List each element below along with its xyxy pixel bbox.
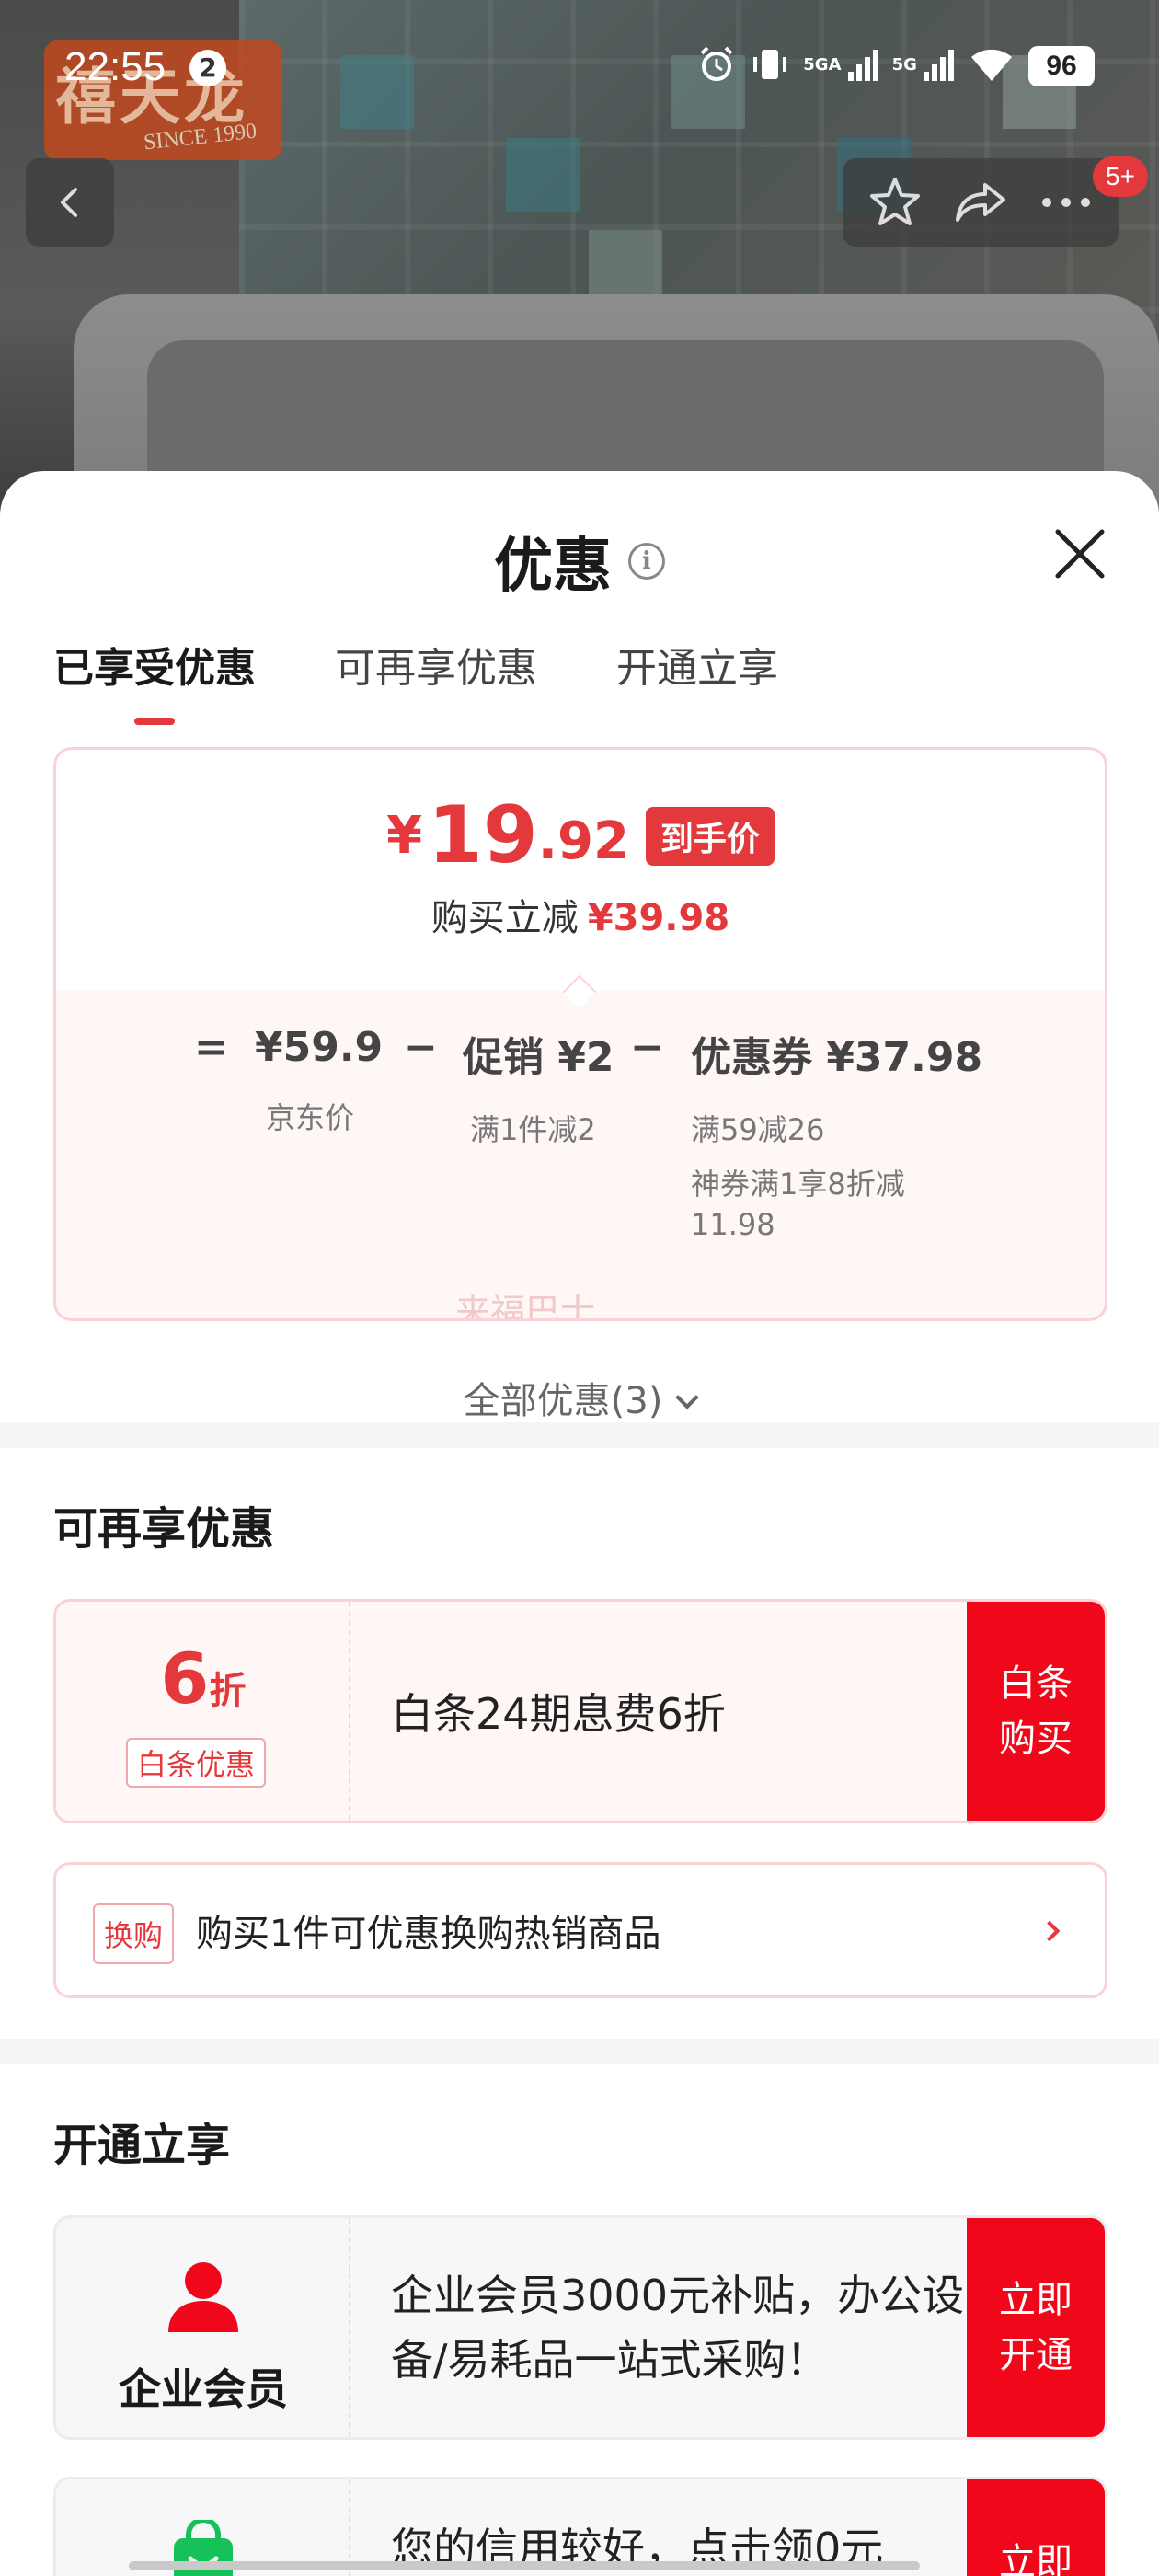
network-label-1: 5GA: [803, 54, 842, 75]
baitiao-discount: 6折: [56, 1644, 350, 1714]
reduce-line: 购买立减 ¥39.98: [56, 888, 1105, 941]
minus-sign: −: [630, 1024, 664, 1071]
sheet-header: 优惠 i: [0, 519, 1159, 604]
status-icons: 5GA 5G 96: [696, 42, 1095, 90]
favorite-button[interactable]: [858, 166, 932, 239]
share-button[interactable]: [944, 166, 1017, 239]
wifi-icon: [968, 44, 1016, 88]
status-time: 22:55: [64, 44, 166, 89]
baitiao-discount-area: 6折 白条优惠: [56, 1602, 350, 1821]
alarm-icon: [696, 44, 737, 88]
signal-5ga-icon: 5GA: [803, 46, 878, 87]
share-icon: [955, 183, 1005, 222]
section-title-more: 可再享优惠: [53, 1503, 275, 1555]
price-breakdown: = ¥59.9 京东价 − 促销 ¥2 满1件减2 − 优惠券 ¥37.98 满…: [56, 991, 1105, 1321]
promo-col: 促销 ¥2 满1件减2: [463, 1024, 614, 1149]
final-price-line: ¥ 19 .92 到手价: [56, 796, 1105, 875]
all-offers-toggle[interactable]: 全部优惠(3): [0, 1371, 1159, 1424]
enterprise-member-label: 企业会员: [119, 2364, 288, 2414]
section-title-open: 开通立享: [53, 2120, 231, 2171]
baitiao-desc: 白条24期息费6折: [391, 1689, 726, 1739]
tile: [506, 138, 580, 212]
tab-label: 可再享优惠: [335, 645, 537, 692]
info-icon[interactable]: i: [628, 543, 665, 580]
close-icon: [1055, 529, 1105, 579]
network-label-2: 5G: [891, 54, 917, 75]
discount-number: 6: [160, 1638, 210, 1719]
enterprise-member-area: 企业会员: [56, 2218, 350, 2437]
final-price-decimal: .92: [537, 811, 629, 871]
tab-label: 已享受优惠: [53, 645, 256, 692]
coupon-col: 优惠券 ¥37.98 满59减26 神券满1享8折减11.98: [691, 1024, 983, 1245]
battery-indicator: 96: [1028, 46, 1095, 86]
final-price-area: ¥ 19 .92 到手价 购买立减 ¥39.98: [56, 750, 1105, 991]
reduce-label: 购买立减: [430, 897, 579, 939]
coupon-amount: 优惠券 ¥37.98: [691, 1034, 983, 1081]
enterprise-member-card: 企业会员 企业会员3000元补贴，办公设备/易耗品一站式采购！ 立即开通: [53, 2215, 1107, 2440]
tile: [589, 230, 662, 304]
baitiao-tag: 白条优惠: [126, 1738, 267, 1788]
coupon-condition-2: 神券满1享8折减11.98: [691, 1167, 905, 1242]
baitiao-offer-card: 6折 白条优惠 白条24期息费6折 白条购买: [53, 1599, 1107, 1823]
notification-count-badge: 2: [189, 50, 226, 86]
discount-sheet: 优惠 i 已享受优惠 可再享优惠 开通立享 ¥ 19 .92 到手价 购买立减 …: [0, 471, 1159, 2576]
reduce-amount: ¥39.98: [587, 897, 730, 939]
close-button[interactable]: [1050, 524, 1109, 583]
coupon-condition-1: 满59减26: [691, 1112, 825, 1147]
swap-tag: 换购: [93, 1903, 175, 1964]
swap-text: 购买1件可优惠换购热销商品: [196, 1913, 661, 1955]
final-price-integer: 19: [428, 789, 538, 881]
jd-price-col: ¥59.9 京东价: [255, 1024, 383, 1137]
tab-enjoyed[interactable]: 已享受优惠: [53, 635, 256, 725]
vibrate-icon: [750, 44, 790, 88]
discount-unit: 折: [209, 1670, 247, 1712]
equals-sign: =: [194, 1024, 228, 1071]
more-badge: 5+: [1093, 156, 1148, 197]
enjoyed-discount-card: ¥ 19 .92 到手价 购买立减 ¥39.98 = ¥59.9 京东价 − 促销…: [53, 747, 1107, 1321]
tile: [340, 55, 414, 129]
final-price-tag: 到手价: [645, 807, 775, 866]
person-icon: [168, 2262, 238, 2332]
sheet-title: 优惠: [494, 533, 612, 601]
top-action-group: [843, 158, 1119, 247]
back-button[interactable]: [26, 158, 114, 247]
swap-offer-card[interactable]: 换购 购买1件可优惠换购热销商品: [53, 1862, 1107, 1998]
enterprise-open-button[interactable]: 立即开通: [967, 2218, 1105, 2437]
credit-open-button[interactable]: 立即: [967, 2479, 1105, 2576]
signal-5g-icon: 5G: [892, 46, 955, 87]
baitiao-buy-button[interactable]: 白条购买: [967, 1602, 1105, 1821]
promo-amount: 促销 ¥2: [463, 1034, 614, 1081]
chevron-left-icon: [61, 188, 77, 217]
tab-bar: 已享受优惠 可再享优惠 开通立享: [53, 635, 778, 725]
price-breakdown-row: = ¥59.9 京东价 − 促销 ¥2 满1件减2 − 优惠券 ¥37.98 满…: [56, 1024, 1105, 1300]
watermark-text: 来福巴士: [454, 1292, 595, 1321]
chevron-down-icon: [675, 1386, 700, 1409]
more-dots-icon: [1042, 198, 1091, 207]
all-offers-label: 全部优惠(3): [463, 1380, 663, 1422]
minus-sign: −: [404, 1024, 438, 1071]
star-icon: [869, 178, 920, 225]
jd-price: ¥59.9: [255, 1024, 384, 1071]
tab-label: 开通立享: [616, 645, 778, 692]
jd-price-label: 京东价: [266, 1100, 355, 1135]
tab-open-to-enjoy[interactable]: 开通立享: [616, 635, 778, 694]
section-divider: [0, 2039, 1159, 2064]
tab-more-available[interactable]: 可再享优惠: [335, 635, 537, 694]
currency-symbol: ¥: [386, 806, 423, 866]
tab-active-indicator: [134, 718, 175, 725]
chevron-right-icon: [1039, 1920, 1061, 1942]
section-divider: [0, 1422, 1159, 1448]
home-indicator[interactable]: [129, 2561, 920, 2570]
enterprise-member-desc: 企业会员3000元补贴，办公设备/易耗品一站式采购！: [391, 2271, 965, 2385]
promo-condition: 满1件减2: [470, 1112, 596, 1147]
